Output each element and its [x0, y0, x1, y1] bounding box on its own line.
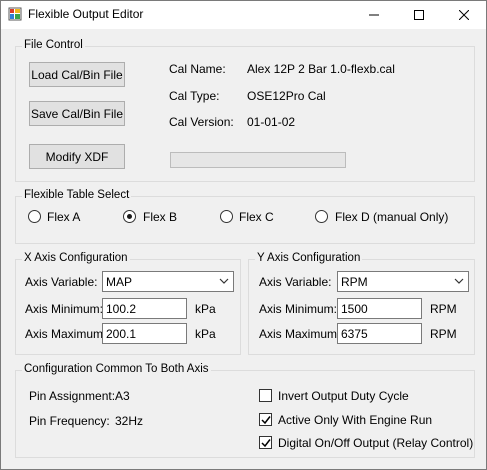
load-cal-bin-button[interactable]: Load Cal/Bin File: [29, 62, 125, 87]
save-cal-bin-button[interactable]: Save Cal/Bin File: [29, 101, 125, 126]
y-axis-maximum-label: Axis Maximum:: [259, 327, 341, 341]
y-axis-minimum-input[interactable]: 1500: [337, 298, 422, 319]
title-bar[interactable]: Flexible Output Editor: [1, 1, 486, 29]
pin-frequency-label: Pin Frequency:: [29, 414, 110, 428]
flex-d-label[interactable]: Flex D (manual Only): [335, 210, 448, 224]
x-axis-configuration-title: X Axis Configuration: [22, 252, 130, 264]
flex-d-radio[interactable]: [315, 210, 328, 223]
x-axis-variable-value: MAP: [106, 275, 133, 289]
window-title: Flexible Output Editor: [28, 7, 144, 21]
flex-c-radio[interactable]: [220, 210, 233, 223]
common-configuration-title: Configuration Common To Both Axis: [22, 363, 211, 375]
pin-assignment-value: A3: [115, 389, 130, 403]
close-icon: [458, 10, 469, 20]
checkmark-icon: [261, 416, 271, 425]
pin-frequency-value: 32Hz: [115, 414, 144, 428]
x-axis-maximum-value: 200.1: [106, 327, 137, 341]
digital-on-off-output-label[interactable]: Digital On/Off Output (Relay Control): [278, 436, 473, 450]
cal-name-value: Alex 12P 2 Bar 1.0-flexb.cal: [247, 62, 395, 76]
flex-a-radio[interactable]: [28, 210, 41, 223]
app-icon: [8, 7, 22, 21]
pin-assignment-label: Pin Assignment:: [29, 389, 116, 403]
y-axis-minimum-value: 1500: [341, 302, 368, 316]
y-axis-variable-label: Axis Variable:: [259, 275, 332, 289]
active-only-engine-run-label[interactable]: Active Only With Engine Run: [278, 413, 432, 427]
cal-version-label: Cal Version:: [169, 115, 234, 129]
progress-bar: [170, 152, 346, 168]
y-axis-minimum-label: Axis Minimum:: [259, 302, 338, 316]
x-axis-variable-label: Axis Variable:: [25, 275, 98, 289]
invert-output-duty-cycle-checkbox[interactable]: [259, 389, 272, 402]
y-axis-variable-dropdown[interactable]: RPM: [337, 271, 469, 292]
modify-xdf-button[interactable]: Modify XDF: [29, 144, 125, 169]
cal-type-label: Cal Type:: [169, 89, 220, 103]
y-axis-maximum-value: 6375: [341, 327, 368, 341]
x-axis-minimum-label: Axis Minimum:: [25, 302, 104, 316]
cal-version-value: 01-01-02: [247, 115, 296, 129]
flexible-output-editor-window: Flexible Output Editor File Control Load…: [0, 0, 487, 470]
y-axis-maximum-input[interactable]: 6375: [337, 323, 422, 344]
flex-a-label[interactable]: Flex A: [47, 210, 80, 224]
y-axis-variable-value: RPM: [341, 275, 368, 289]
invert-output-duty-cycle-label[interactable]: Invert Output Duty Cycle: [278, 389, 409, 403]
flexible-table-select-title: Flexible Table Select: [22, 189, 132, 201]
chevron-down-icon: [454, 278, 464, 284]
maximize-button[interactable]: [396, 1, 441, 29]
x-axis-minimum-unit: kPa: [195, 302, 216, 316]
x-axis-maximum-input[interactable]: 200.1: [102, 323, 187, 344]
x-axis-minimum-input[interactable]: 100.2: [102, 298, 187, 319]
flex-b-label[interactable]: Flex B: [143, 210, 177, 224]
checkmark-icon: [261, 439, 271, 448]
flex-c-label[interactable]: Flex C: [239, 210, 274, 224]
cal-type-value: OSE12Pro Cal: [247, 89, 326, 103]
minimize-icon: [368, 14, 379, 16]
close-button[interactable]: [441, 1, 486, 29]
cal-name-label: Cal Name:: [169, 62, 226, 76]
flex-b-radio[interactable]: [123, 210, 136, 223]
y-axis-maximum-unit: RPM: [430, 327, 457, 341]
active-only-engine-run-checkbox[interactable]: [259, 413, 272, 426]
x-axis-minimum-value: 100.2: [106, 302, 137, 316]
y-axis-minimum-unit: RPM: [430, 302, 457, 316]
chevron-down-icon: [219, 278, 229, 284]
file-control-title: File Control: [22, 39, 85, 51]
digital-on-off-output-checkbox[interactable]: [259, 436, 272, 449]
minimize-button[interactable]: [351, 1, 396, 29]
x-axis-maximum-label: Axis Maximum:: [25, 327, 107, 341]
maximize-icon: [413, 10, 424, 20]
y-axis-configuration-title: Y Axis Configuration: [255, 252, 363, 264]
x-axis-maximum-unit: kPa: [195, 327, 216, 341]
x-axis-variable-dropdown[interactable]: MAP: [102, 271, 234, 292]
